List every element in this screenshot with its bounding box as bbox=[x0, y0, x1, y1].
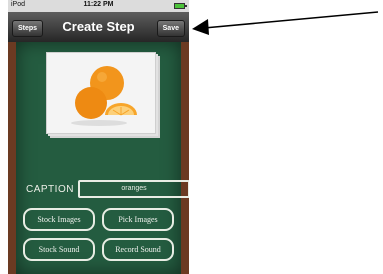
pointer-arrow-icon bbox=[192, 11, 379, 35]
